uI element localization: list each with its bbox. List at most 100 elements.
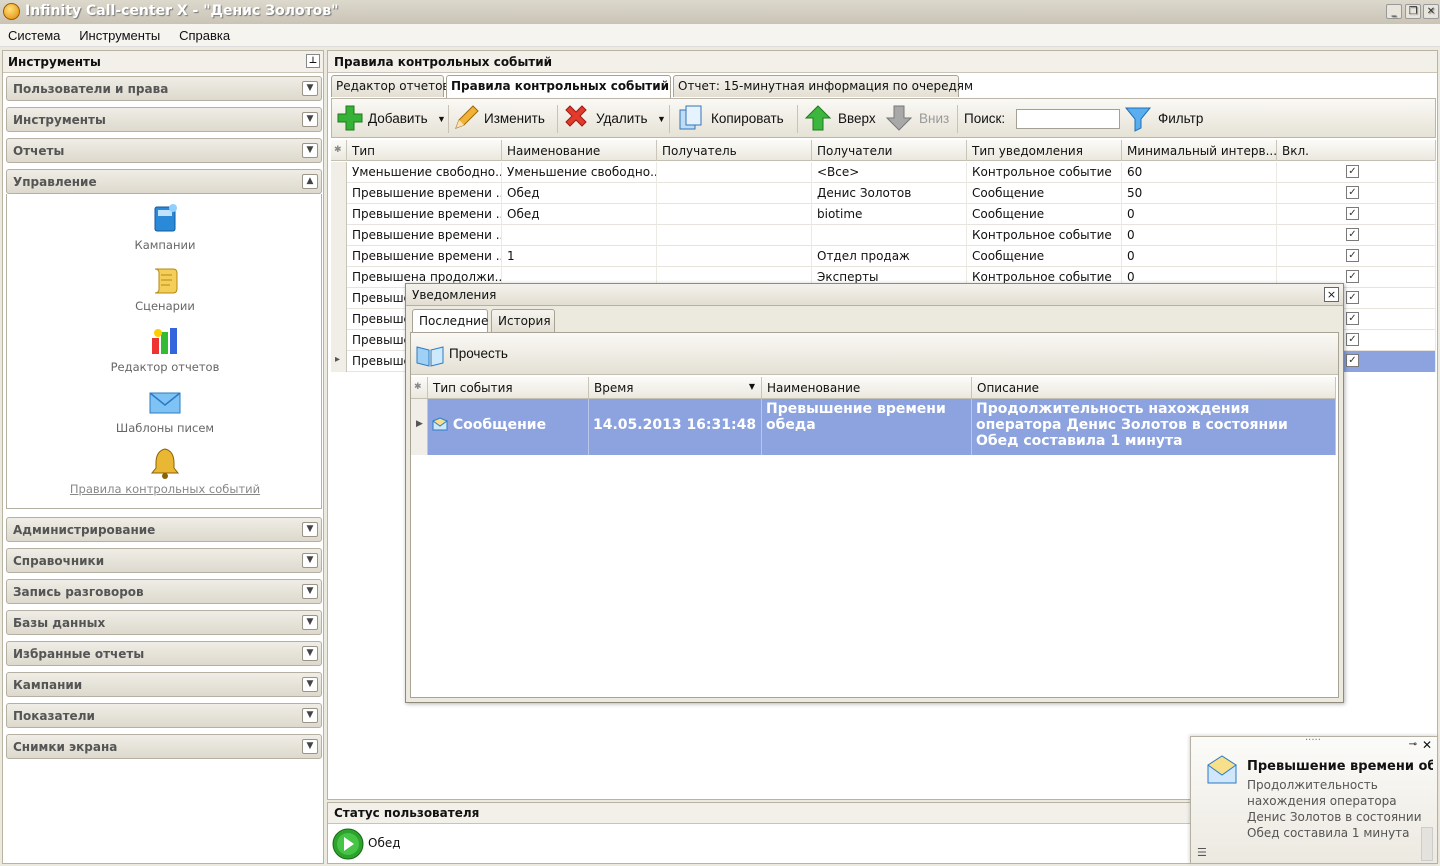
add-button[interactable]: Добавить (368, 105, 428, 133)
section-users-rights[interactable]: Пользователи и права ▼ (6, 76, 322, 101)
table-row[interactable]: Превышение времени ... Обед Денис Золотов С… (331, 183, 1436, 204)
chevron-down-icon[interactable]: ▼ (302, 739, 318, 754)
section-screenshots[interactable]: Снимки экрана ▼ (6, 734, 322, 759)
column-description[interactable]: Описание (972, 377, 1336, 398)
row-indicator[interactable] (331, 162, 347, 183)
menu-tools[interactable]: Инструменты (71, 24, 167, 43)
chevron-down-icon[interactable]: ▼ (302, 522, 318, 537)
chevron-down-icon[interactable]: ▼ (302, 708, 318, 723)
tool-scripts[interactable]: Сценарии (7, 263, 323, 313)
enabled-checkbox[interactable]: ✓ (1346, 249, 1359, 262)
restore-button[interactable]: ❐ (1405, 4, 1421, 19)
toast-scrollbar[interactable] (1421, 827, 1433, 861)
user-status-value[interactable]: Обед (368, 836, 401, 850)
column-enabled[interactable]: Вкл. (1277, 140, 1436, 161)
chevron-down-icon[interactable]: ▼ (302, 112, 318, 127)
chevron-down-icon[interactable]: ▼ (302, 677, 318, 692)
column-name[interactable]: Наименование (762, 377, 972, 398)
tool-mail-templates[interactable]: Шаблоны писем (7, 385, 323, 435)
row-indicator[interactable] (331, 183, 347, 204)
section-reports[interactable]: Отчеты ▼ (6, 138, 322, 163)
filter-button[interactable]: Фильтр (1158, 105, 1203, 133)
tab-15min-report[interactable]: Отчет: 15-минутная информация по очередя… (673, 75, 973, 97)
section-databases[interactable]: Базы данных ▼ (6, 610, 322, 635)
column-time[interactable]: Время ▼ (589, 377, 762, 398)
chevron-down-icon[interactable]: ▼ (302, 615, 318, 630)
table-row[interactable]: Превышение времени ... Контрольное событи… (331, 225, 1436, 246)
row-indicator[interactable] (331, 330, 347, 351)
section-recordings[interactable]: Запись разговоров ▼ (6, 579, 322, 604)
chevron-down-icon[interactable]: ▼ (302, 646, 318, 661)
column-event-type[interactable]: Тип события (428, 377, 589, 398)
row-indicator[interactable] (331, 246, 347, 267)
column-min-interval[interactable]: Минимальный интерв... (1122, 140, 1277, 161)
chevron-down-icon[interactable]: ▼ (302, 81, 318, 96)
menu-lines-icon[interactable]: ☰ (1197, 846, 1207, 859)
toast-title[interactable]: Превышение времени об... (1247, 759, 1433, 774)
row-indicator[interactable] (331, 267, 347, 288)
read-button[interactable]: Прочесть (449, 346, 508, 361)
menu-system[interactable]: Система (0, 24, 67, 43)
column-recipients[interactable]: Получатели (812, 140, 967, 161)
chevron-down-icon[interactable]: ▼ (302, 143, 318, 158)
table-row[interactable]: Превышение времени ... Обед biotime Сообщен… (331, 204, 1436, 225)
chevron-down-icon[interactable]: ▼ (302, 584, 318, 599)
enabled-checkbox[interactable]: ✓ (1346, 228, 1359, 241)
tool-report-editor[interactable]: Редактор отчетов (7, 324, 323, 374)
grip-icon[interactable]: ····· (1305, 735, 1321, 746)
tool-control-event-rules[interactable]: Правила контрольных событий (7, 446, 323, 496)
move-up-button[interactable]: Вверх (838, 105, 876, 133)
add-dropdown-icon[interactable]: ▼ (437, 105, 446, 133)
enabled-checkbox[interactable]: ✓ (1346, 354, 1359, 367)
tab-recent[interactable]: Последние (412, 309, 488, 332)
chevron-down-icon[interactable]: ▼ (302, 553, 318, 568)
section-label: Отчеты (13, 144, 65, 158)
section-administration[interactable]: Администрирование ▼ (6, 517, 322, 542)
column-recipient[interactable]: Получатель (657, 140, 812, 161)
copy-button[interactable]: Копировать (711, 105, 784, 133)
pin-icon[interactable]: ⊸ (1409, 739, 1417, 750)
pin-icon[interactable]: ⊥ (306, 54, 320, 68)
enabled-checkbox[interactable]: ✓ (1346, 291, 1359, 304)
row-indicator[interactable] (331, 288, 347, 309)
column-type[interactable]: Тип (347, 140, 502, 161)
enabled-checkbox[interactable]: ✓ (1346, 270, 1359, 283)
section-tools[interactable]: Инструменты ▼ (6, 107, 322, 132)
column-notification-type[interactable]: Тип уведомления (967, 140, 1122, 161)
column-name[interactable]: Наименование (502, 140, 657, 161)
section-references[interactable]: Справочники ▼ (6, 548, 322, 573)
search-input[interactable] (1016, 109, 1120, 129)
tab-control-event-rules[interactable]: Правила контрольных событий (446, 75, 671, 98)
enabled-checkbox[interactable]: ✓ (1346, 333, 1359, 346)
move-down-button[interactable]: Вниз (919, 105, 949, 133)
edit-button[interactable]: Изменить (484, 105, 545, 133)
enabled-checkbox[interactable]: ✓ (1346, 312, 1359, 325)
dialog-close-button[interactable]: × (1324, 287, 1339, 302)
row-indicator[interactable] (331, 225, 347, 246)
section-favorite-reports[interactable]: Избранные отчеты ▼ (6, 641, 322, 666)
close-icon[interactable]: ✕ (1422, 738, 1432, 752)
tab-history[interactable]: История (491, 309, 555, 332)
minimize-button[interactable]: _ (1386, 4, 1402, 19)
recipient-cell (657, 162, 812, 183)
section-campaigns[interactable]: Кампании ▼ (6, 672, 322, 697)
row-indicator[interactable] (331, 204, 347, 225)
close-window-button[interactable]: ✕ (1423, 4, 1439, 19)
enabled-checkbox[interactable]: ✓ (1346, 207, 1359, 220)
delete-button[interactable]: Удалить (596, 105, 648, 133)
menu-help[interactable]: Справка (171, 24, 237, 43)
notification-row[interactable]: ▶ Сообщение 14.05.2013 16:31:48 Превышен… (411, 399, 1336, 455)
table-row[interactable]: Уменьшение свободно... Уменьшение свободн… (331, 162, 1436, 183)
table-row[interactable]: Превышение времени ... 1 Отдел продаж Сообщ… (331, 246, 1436, 267)
row-indicator[interactable] (331, 309, 347, 330)
tool-campaigns[interactable]: Кампании (7, 202, 323, 252)
enabled-checkbox[interactable]: ✓ (1346, 165, 1359, 178)
chevron-up-icon[interactable]: ▲ (302, 174, 318, 189)
section-indicators[interactable]: Показатели ▼ (6, 703, 322, 728)
tab-report-editor[interactable]: Редактор отчетов (331, 75, 450, 97)
toast-notification[interactable]: ····· ⊸ ✕ Превышение времени об... Продо… (1190, 735, 1438, 864)
section-management[interactable]: Управление ▲ (6, 169, 322, 194)
delete-dropdown-icon[interactable]: ▼ (657, 105, 666, 133)
row-indicator[interactable]: ▸ (331, 351, 347, 372)
enabled-checkbox[interactable]: ✓ (1346, 186, 1359, 199)
